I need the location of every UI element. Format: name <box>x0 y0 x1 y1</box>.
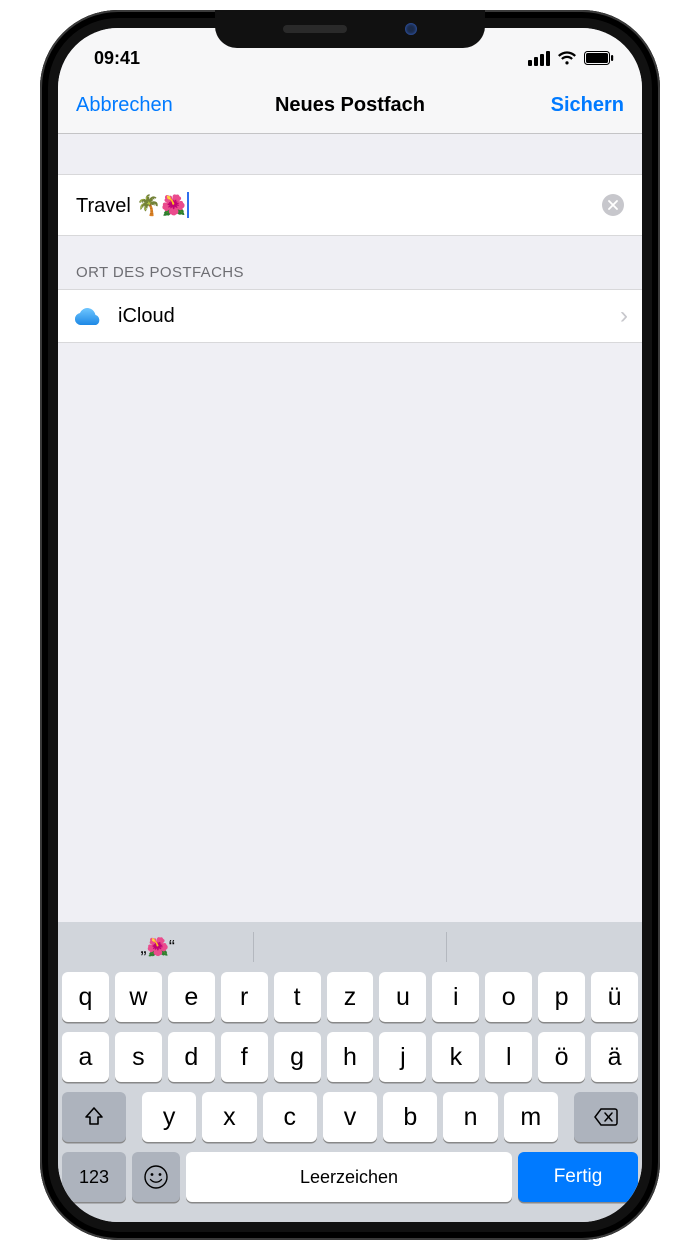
mailbox-name-cell[interactable]: Travel 🌴🌺 <box>58 174 642 236</box>
content-area: Travel 🌴🌺 ORT DES POSTFACHS iCloud › <box>58 134 642 922</box>
emoji-icon <box>143 1164 169 1190</box>
key-d[interactable]: d <box>168 1032 215 1082</box>
key-a[interactable]: a <box>62 1032 109 1082</box>
chevron-right-icon: › <box>620 302 628 330</box>
screen: 09:41 Abbrechen Neues Postfach Sichern T… <box>58 28 642 1222</box>
location-label: iCloud <box>118 305 175 328</box>
key-ä[interactable]: ä <box>591 1032 638 1082</box>
space-key[interactable]: Leerzeichen <box>186 1152 512 1202</box>
shift-key[interactable] <box>62 1092 126 1142</box>
phone-frame: 09:41 Abbrechen Neues Postfach Sichern T… <box>40 10 660 1240</box>
key-y[interactable]: y <box>142 1092 196 1142</box>
key-g[interactable]: g <box>274 1032 321 1082</box>
keyboard-row-4: 123 Leerzeichen Fertig <box>62 1152 638 1202</box>
key-p[interactable]: p <box>538 972 585 1022</box>
key-k[interactable]: k <box>432 1032 479 1082</box>
key-e[interactable]: e <box>168 972 215 1022</box>
notch <box>215 10 485 48</box>
done-key[interactable]: Fertig <box>518 1152 638 1202</box>
keyboard-row-3: yxcvbnm <box>62 1092 638 1142</box>
key-v[interactable]: v <box>323 1092 377 1142</box>
close-icon <box>608 200 618 210</box>
shift-icon <box>83 1106 105 1128</box>
section-header-location: ORT DES POSTFACHS <box>58 236 642 289</box>
key-u[interactable]: u <box>379 972 426 1022</box>
key-x[interactable]: x <box>202 1092 256 1142</box>
backspace-key[interactable] <box>574 1092 638 1142</box>
key-c[interactable]: c <box>263 1092 317 1142</box>
key-o[interactable]: o <box>485 972 532 1022</box>
key-z[interactable]: z <box>327 972 374 1022</box>
icloud-icon <box>72 300 104 332</box>
page-title: Neues Postfach <box>275 94 425 117</box>
mailbox-name-input[interactable]: Travel 🌴🌺 <box>76 192 189 218</box>
key-ü[interactable]: ü <box>591 972 638 1022</box>
text-caret <box>187 192 189 218</box>
suggestion-bar: „🌺“ <box>62 922 638 972</box>
suggestion-3[interactable] <box>447 922 638 972</box>
clear-text-button[interactable] <box>602 194 624 216</box>
key-b[interactable]: b <box>383 1092 437 1142</box>
wifi-icon <box>557 51 577 66</box>
keyboard: „🌺“ qwertzuiopü asdfghjklöä yxcvbnm 123 <box>58 922 642 1222</box>
emoji-key[interactable] <box>132 1152 180 1202</box>
cellular-signal-icon <box>528 51 550 66</box>
key-r[interactable]: r <box>221 972 268 1022</box>
numbers-key[interactable]: 123 <box>62 1152 126 1202</box>
key-ö[interactable]: ö <box>538 1032 585 1082</box>
save-button[interactable]: Sichern <box>551 94 624 117</box>
key-h[interactable]: h <box>327 1032 374 1082</box>
key-j[interactable]: j <box>379 1032 426 1082</box>
nav-bar: Abbrechen Neues Postfach Sichern <box>58 78 642 134</box>
battery-icon <box>584 51 614 65</box>
key-i[interactable]: i <box>432 972 479 1022</box>
cancel-button[interactable]: Abbrechen <box>76 94 173 117</box>
mailbox-location-cell[interactable]: iCloud › <box>58 289 642 343</box>
key-q[interactable]: q <box>62 972 109 1022</box>
key-t[interactable]: t <box>274 972 321 1022</box>
key-m[interactable]: m <box>504 1092 558 1142</box>
key-w[interactable]: w <box>115 972 162 1022</box>
keyboard-row-2: asdfghjklöä <box>62 1032 638 1082</box>
key-f[interactable]: f <box>221 1032 268 1082</box>
backspace-icon <box>593 1107 619 1127</box>
status-time: 09:41 <box>94 48 140 69</box>
key-s[interactable]: s <box>115 1032 162 1082</box>
key-l[interactable]: l <box>485 1032 532 1082</box>
suggestion-2[interactable] <box>254 922 445 972</box>
key-n[interactable]: n <box>443 1092 497 1142</box>
suggestion-1[interactable]: „🌺“ <box>62 922 253 972</box>
keyboard-row-1: qwertzuiopü <box>62 972 638 1022</box>
